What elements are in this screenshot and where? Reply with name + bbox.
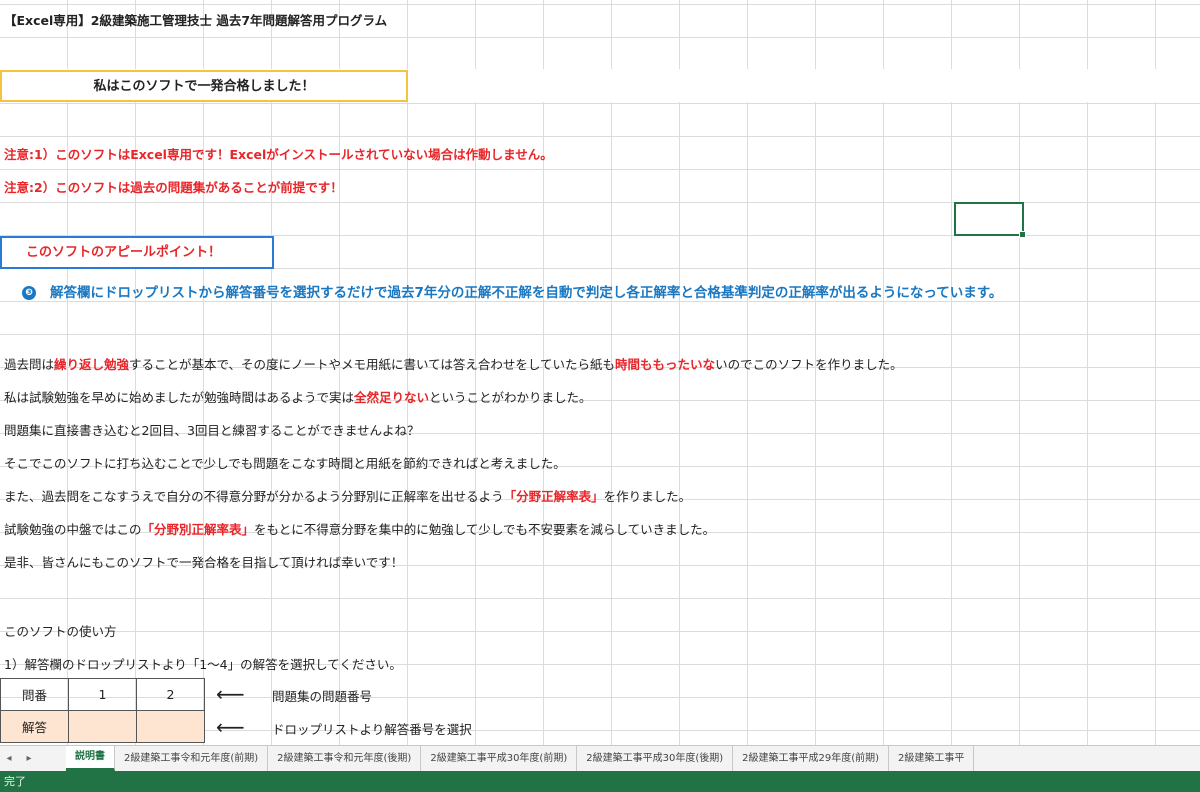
p5-text-a: また、過去問をこなすうえで自分の不得意分野が分かるよう分野別に正解率を出せるよう bbox=[4, 489, 504, 504]
example-label-question: 問番 bbox=[0, 678, 69, 711]
banner-box: 私はこのソフトで一発合格しました！ bbox=[0, 70, 408, 102]
left-arrow-icon: ⟵ bbox=[216, 715, 245, 739]
example-question-2: 2 bbox=[136, 678, 205, 711]
tab-heisei30-second[interactable]: 2級建築工事平成30年度(後期) bbox=[577, 746, 734, 771]
p5-text-c: を作りました。 bbox=[603, 489, 692, 504]
usage-title: このソフトの使い方 bbox=[4, 624, 117, 639]
p1-text-e: いのでこのソフトを作りました。 bbox=[715, 357, 903, 372]
appeal-line: ❸ 解答欄にドロップリストから解答番号を選択するだけで過去7年分の正解不正解を自動… bbox=[22, 277, 1002, 310]
appeal-text: 解答欄にドロップリストから解答番号を選択するだけで過去7年分の正解不正解を自動で… bbox=[50, 285, 1003, 301]
sheet-tabs: 説明書 2級建築工事令和元年度(前期) 2級建築工事令和元年度(後期) 2級建築… bbox=[66, 746, 975, 772]
tab-instructions[interactable]: 説明書 bbox=[66, 746, 115, 771]
paragraph-2: 私は試験勉強を早めに始めましたが勉強時間はあるようで実は全然足りないということが… bbox=[4, 381, 592, 414]
sheet-title: 【Excel専用】2級建築施工管理技士 過去7年問題解答用プログラム bbox=[4, 13, 388, 28]
paragraph-6: 試験勉強の中盤ではこの「分野別正解率表」をもとに不得意分野を集中的に勉強して少し… bbox=[4, 513, 715, 546]
example-note-question: ⟵ 問題集の問題番号 bbox=[216, 678, 372, 711]
worksheet-grid[interactable]: 【Excel専用】2級建築施工管理技士 過去7年問題解答用プログラム 私はこのソ… bbox=[0, 0, 1200, 745]
usage-step-1: 1）解答欄のドロップリストより「1～4」の解答を選択してください。 bbox=[4, 657, 402, 672]
example-label-answer: 解答 bbox=[0, 710, 69, 743]
example-note-answer: ⟵ ドロップリストより解答番号を選択 bbox=[216, 711, 472, 744]
tab-scroll-next-icon[interactable]: ▸ bbox=[22, 750, 36, 768]
answer-dropdown-2[interactable] bbox=[136, 710, 205, 743]
status-bar: 完了 bbox=[0, 771, 1200, 792]
paragraph-5: また、過去問をこなすうえで自分の不得意分野が分かるよう分野別に正解率を出せるよう… bbox=[4, 480, 691, 513]
tab-heisei29-first[interactable]: 2級建築工事平成29年度(前期) bbox=[733, 746, 890, 771]
paragraph-7: 是非、皆さんにもこのソフトで一発合格を目指して頂ければ幸いです！ bbox=[4, 555, 404, 570]
p6-emphasis-table: 「分野別正解率表」 bbox=[141, 522, 255, 537]
paragraph-1: 過去問は繰り返し勉強することが基本で、その度にノートやメモ用紙に書いては答え合わ… bbox=[4, 348, 903, 381]
info-bullet-icon: ❸ bbox=[22, 286, 36, 300]
tab-scroll-prev-icon[interactable]: ◂ bbox=[2, 750, 16, 768]
appeal-box: このソフトのアピールポイント！ bbox=[0, 236, 274, 269]
p1-text-a: 過去問は bbox=[4, 357, 55, 372]
example-table: 問番 1 2 解答 bbox=[0, 678, 205, 743]
tab-reiwa1-second[interactable]: 2級建築工事令和元年度(後期) bbox=[268, 746, 422, 771]
example-question-1: 1 bbox=[68, 678, 137, 711]
p2-text-c: ということがわかりました。 bbox=[429, 390, 592, 405]
note-2: 注意:2）このソフトは過去の問題集があることが前提です！ bbox=[4, 180, 343, 195]
p2-text-a: 私は試験勉強を早めに始めましたが勉強時間はあるようで実は bbox=[4, 390, 355, 405]
selected-cell[interactable] bbox=[954, 202, 1026, 238]
p1-text-c: することが基本で、その度にノートやメモ用紙に書いては答え合わせをしていたら紙も bbox=[129, 357, 616, 372]
p6-text-a: 試験勉強の中盤ではこの bbox=[4, 522, 142, 537]
p1-emphasis-waste: 時間ももったいな bbox=[615, 357, 716, 372]
sheet-tab-bar: ◂ ▸ 説明書 2級建築工事令和元年度(前期) 2級建築工事令和元年度(後期) … bbox=[0, 745, 1200, 772]
note-1: 注意:1）このソフトはExcel専用です！Excelがインストールされていない場… bbox=[4, 147, 553, 162]
paragraph-4: そこでこのソフトに打ち込むことで少しでも問題をこなす時間と用紙を節約できればと考… bbox=[4, 456, 566, 471]
tab-heisei30-first[interactable]: 2級建築工事平成30年度(前期) bbox=[421, 746, 578, 771]
example-note-2: ドロップリストより解答番号を選択 bbox=[272, 722, 472, 737]
example-row-answer: 解答 bbox=[0, 710, 205, 743]
tab-reiwa1-first[interactable]: 2級建築工事令和元年度(前期) bbox=[115, 746, 269, 771]
p5-emphasis-table: 「分野正解率表」 bbox=[503, 489, 604, 504]
p1-emphasis-repeat-study: 繰り返し勉強 bbox=[54, 357, 130, 372]
p2-emphasis-not-enough: 全然足りない bbox=[354, 390, 430, 405]
paragraph-3: 問題集に直接書き込むと2回目、3回目と練習することができませんよね？ bbox=[4, 423, 420, 438]
status-text: 完了 bbox=[4, 775, 26, 788]
example-note-1: 問題集の問題番号 bbox=[272, 689, 373, 704]
p6-text-c: をもとに不得意分野を集中的に勉強して少しでも不安要素を減らしていきました。 bbox=[254, 522, 716, 537]
left-arrow-icon: ⟵ bbox=[216, 682, 245, 706]
example-row-question: 問番 1 2 bbox=[0, 678, 205, 711]
answer-dropdown-1[interactable] bbox=[68, 710, 137, 743]
tab-truncated[interactable]: 2級建築工事平 bbox=[889, 746, 975, 771]
